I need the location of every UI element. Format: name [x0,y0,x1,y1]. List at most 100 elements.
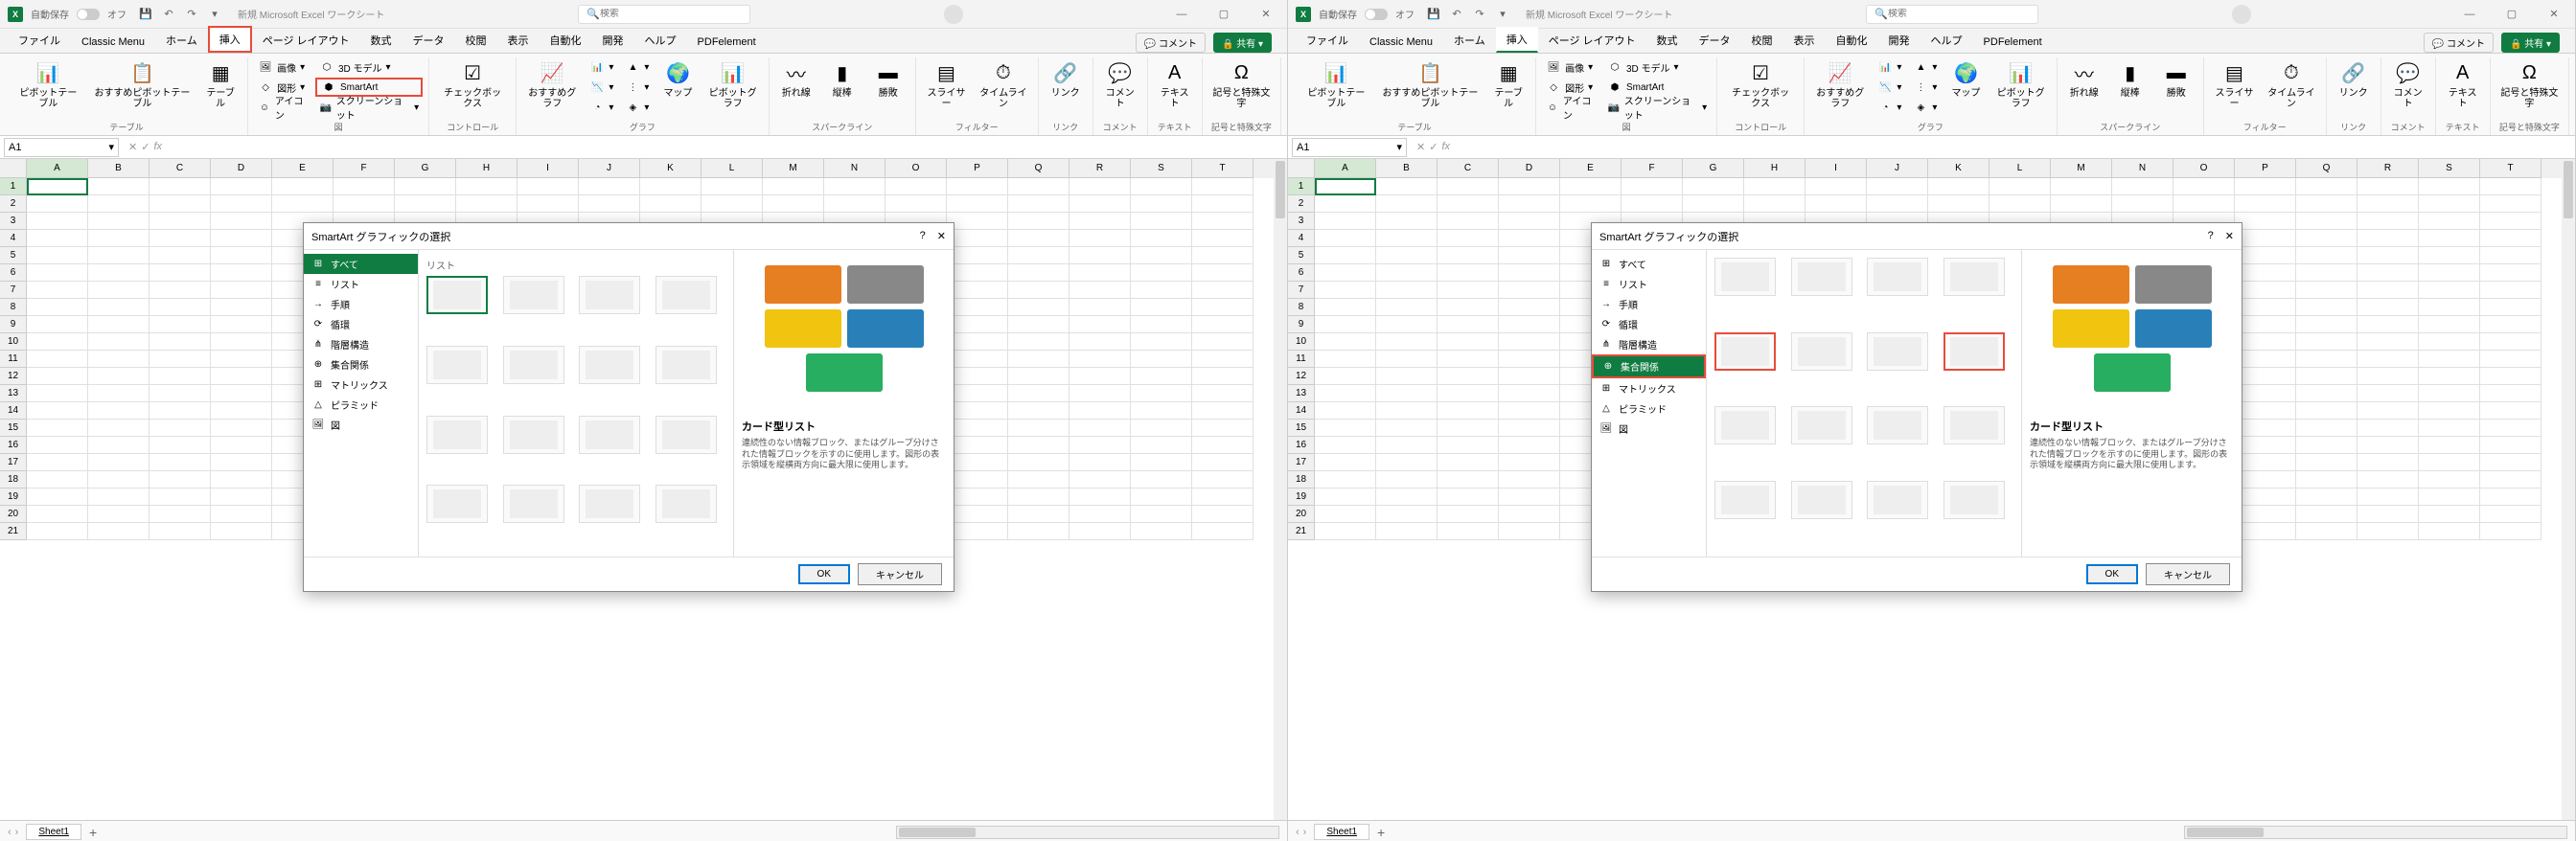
cell[interactable] [27,471,88,489]
gallery-item[interactable] [1714,406,1776,444]
close-icon[interactable]: ✕ [1253,5,1279,24]
column-header[interactable]: G [1683,159,1744,178]
tab-auto[interactable]: 自動化 [540,28,592,53]
cell[interactable] [1499,471,1560,489]
cell[interactable] [211,402,272,420]
tab-formulas[interactable]: 数式 [360,28,402,53]
cell[interactable] [2480,282,2542,299]
column-header[interactable]: T [1192,159,1254,178]
cell[interactable] [2419,402,2480,420]
row-header[interactable]: 14 [0,402,27,420]
chart-type-2[interactable]: 📉▾ [586,78,617,97]
row-header[interactable]: 2 [0,195,27,213]
cell[interactable] [2358,437,2419,454]
sheet-prev-icon[interactable]: ‹ [1296,827,1300,838]
cell[interactable] [1376,282,1438,299]
tab-review[interactable]: 校閲 [1741,28,1783,53]
cell[interactable] [1070,506,1131,523]
add-sheet-button[interactable]: + [1377,825,1385,840]
gallery-item[interactable] [1944,481,2005,519]
cell[interactable] [27,247,88,264]
cell[interactable] [395,195,456,213]
table-button[interactable]: ▦テーブル [199,57,242,111]
cell[interactable] [1438,333,1499,351]
select-all-corner[interactable] [0,159,27,178]
cell[interactable] [88,230,150,247]
cell[interactable] [1192,316,1254,333]
column-header[interactable]: N [2112,159,2174,178]
cell[interactable] [2480,230,2542,247]
cell[interactable] [2235,489,2296,506]
column-header[interactable]: C [150,159,211,178]
tab-home[interactable]: ホーム [1443,28,1496,53]
toggle-icon[interactable] [1365,9,1388,20]
chart-type-3[interactable]: ◔▾ [586,98,617,117]
cell[interactable] [886,195,947,213]
cell[interactable] [150,282,211,299]
cell[interactable] [1008,523,1070,540]
cell[interactable] [1131,316,1192,333]
gallery-item[interactable] [1791,258,1852,296]
cell[interactable] [1376,333,1438,351]
cell[interactable] [2419,385,2480,402]
cell[interactable] [27,368,88,385]
cell[interactable] [1008,454,1070,471]
cell[interactable] [1192,523,1254,540]
cell[interactable] [1499,420,1560,437]
cell[interactable] [1008,316,1070,333]
cell[interactable] [211,299,272,316]
tab-data[interactable]: データ [1689,28,1741,53]
row-header[interactable]: 7 [0,282,27,299]
cell[interactable] [1070,385,1131,402]
cell[interactable] [2296,351,2358,368]
cell[interactable] [1499,385,1560,402]
tab-insert[interactable]: 挿入 [208,26,252,53]
cell[interactable] [2296,402,2358,420]
cell[interactable] [88,264,150,282]
cell[interactable] [2235,316,2296,333]
slicer-button[interactable]: ▤スライサー [922,57,971,111]
link-button[interactable]: 🔗リンク [2333,57,2375,101]
cell[interactable] [88,402,150,420]
cell[interactable] [88,368,150,385]
row-header[interactable]: 8 [0,299,27,316]
cell[interactable] [947,506,1008,523]
cell[interactable] [2419,523,2480,540]
cell[interactable] [27,316,88,333]
maximize-icon[interactable]: ▢ [2498,5,2525,24]
category-relationship[interactable]: ⊕集合関係 [304,354,418,375]
cell[interactable] [88,437,150,454]
cell[interactable] [2358,420,2419,437]
tab-pdf[interactable]: PDFelement [1973,32,2053,53]
cell[interactable] [211,351,272,368]
checkbox-button[interactable]: ☑チェックボックス [435,57,510,111]
horizontal-scrollbar[interactable] [2184,826,2567,839]
cell[interactable] [88,385,150,402]
chevron-down-icon[interactable]: ▾ [1396,141,1402,153]
cell[interactable] [2296,437,2358,454]
row-header[interactable]: 10 [1288,333,1315,351]
cell[interactable] [2419,299,2480,316]
cell[interactable] [1376,506,1438,523]
cell[interactable] [88,420,150,437]
cell[interactable] [1315,351,1376,368]
cell[interactable] [2480,316,2542,333]
cell[interactable] [88,213,150,230]
column-header[interactable]: H [1744,159,1806,178]
cell[interactable] [1376,351,1438,368]
cell[interactable] [456,178,518,195]
cell[interactable] [1131,454,1192,471]
accept-formula-icon[interactable]: ✓ [141,141,150,153]
cell[interactable] [150,385,211,402]
row-header[interactable]: 9 [1288,316,1315,333]
gallery-item[interactable] [579,485,640,523]
ok-button[interactable]: OK [2086,564,2138,584]
cell[interactable] [211,385,272,402]
column-header[interactable]: Q [2296,159,2358,178]
cell[interactable] [211,454,272,471]
cell[interactable] [2112,178,2174,195]
cell[interactable] [2296,385,2358,402]
column-header[interactable]: Q [1008,159,1070,178]
cell[interactable] [824,195,886,213]
row-header[interactable]: 11 [0,351,27,368]
